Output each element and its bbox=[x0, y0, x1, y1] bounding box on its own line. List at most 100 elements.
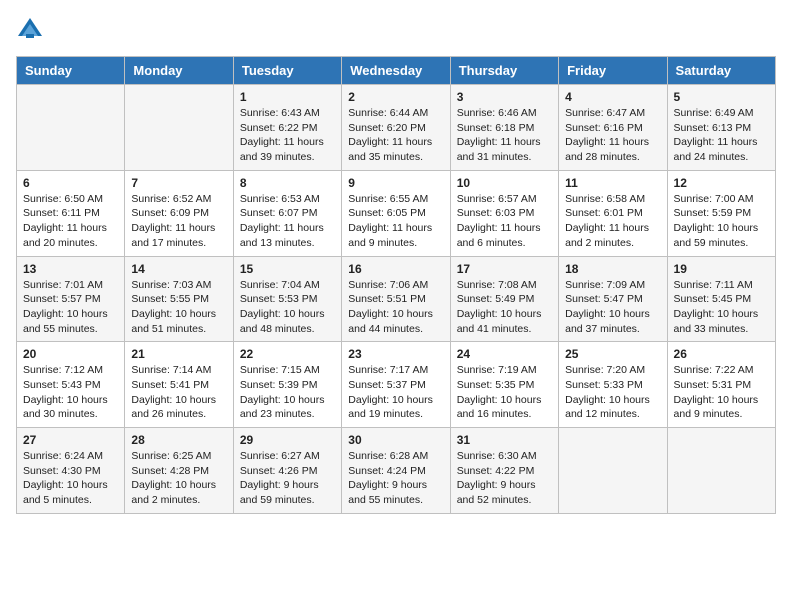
calendar-cell: 2 Sunrise: 6:44 AM Sunset: 6:20 PM Daylig… bbox=[342, 85, 450, 171]
day-number: 23 bbox=[348, 347, 443, 361]
day-content: Sunrise: 6:58 AM Sunset: 6:01 PM Dayligh… bbox=[565, 192, 660, 251]
calendar-cell: 19Sunrise: 7:11 AM Sunset: 5:45 PM Dayli… bbox=[667, 256, 775, 342]
calendar-cell: 26 Sunrise: 7:22 AM Sunset: 5:31 PM Dayli… bbox=[667, 342, 775, 428]
day-content: Sunrise: 6:24 AM Sunset: 4:30 PM Dayligh… bbox=[23, 449, 118, 508]
calendar-cell: 16Sunrise: 7:06 AM Sunset: 5:51 PM Dayli… bbox=[342, 256, 450, 342]
day-number: 22 bbox=[240, 347, 335, 361]
day-number: 7 bbox=[131, 176, 226, 190]
calendar-cell: 30 Sunrise: 6:28 AM Sunset: 4:24 PM Dayli… bbox=[342, 428, 450, 514]
day-number: 5 bbox=[674, 90, 769, 104]
day-content: Sunrise: 6:52 AM Sunset: 6:09 PM Dayligh… bbox=[131, 192, 226, 251]
weekday-header: Friday bbox=[559, 57, 667, 85]
day-number: 24 bbox=[457, 347, 552, 361]
day-number: 18 bbox=[565, 262, 660, 276]
calendar-week-row: 6 Sunrise: 6:50 AM Sunset: 6:11 PM Daylig… bbox=[17, 170, 776, 256]
day-content: Sunrise: 7:14 AM Sunset: 5:41 PM Dayligh… bbox=[131, 363, 226, 422]
day-number: 14 bbox=[131, 262, 226, 276]
day-content: Sunrise: 7:09 AM Sunset: 5:47 PM Dayligh… bbox=[565, 278, 660, 337]
day-number: 12 bbox=[674, 176, 769, 190]
calendar-cell: 10 Sunrise: 6:57 AM Sunset: 6:03 PM Dayli… bbox=[450, 170, 558, 256]
calendar-cell: 18 Sunrise: 7:09 AM Sunset: 5:47 PM Dayli… bbox=[559, 256, 667, 342]
calendar-cell: 9Sunrise: 6:55 AM Sunset: 6:05 PM Daylig… bbox=[342, 170, 450, 256]
day-content: Sunrise: 6:27 AM Sunset: 4:26 PM Dayligh… bbox=[240, 449, 335, 508]
calendar-cell: 6 Sunrise: 6:50 AM Sunset: 6:11 PM Daylig… bbox=[17, 170, 125, 256]
calendar-cell: 14 Sunrise: 7:03 AM Sunset: 5:55 PM Dayli… bbox=[125, 256, 233, 342]
day-number: 11 bbox=[565, 176, 660, 190]
weekday-header: Wednesday bbox=[342, 57, 450, 85]
page-header bbox=[16, 16, 776, 44]
day-content: Sunrise: 6:44 AM Sunset: 6:20 PM Dayligh… bbox=[348, 106, 443, 165]
calendar-week-row: 13 Sunrise: 7:01 AM Sunset: 5:57 PM Dayli… bbox=[17, 256, 776, 342]
calendar-cell: 24 Sunrise: 7:19 AM Sunset: 5:35 PM Dayli… bbox=[450, 342, 558, 428]
weekday-header: Sunday bbox=[17, 57, 125, 85]
day-number: 29 bbox=[240, 433, 335, 447]
calendar-week-row: 27 Sunrise: 6:24 AM Sunset: 4:30 PM Dayli… bbox=[17, 428, 776, 514]
day-content: Sunrise: 6:49 AM Sunset: 6:13 PM Dayligh… bbox=[674, 106, 769, 165]
weekday-header-row: SundayMondayTuesdayWednesdayThursdayFrid… bbox=[17, 57, 776, 85]
calendar-cell: 13 Sunrise: 7:01 AM Sunset: 5:57 PM Dayli… bbox=[17, 256, 125, 342]
logo bbox=[16, 16, 46, 44]
calendar-cell: 22 Sunrise: 7:15 AM Sunset: 5:39 PM Dayli… bbox=[233, 342, 341, 428]
calendar-cell: 31 Sunrise: 6:30 AM Sunset: 4:22 PM Dayli… bbox=[450, 428, 558, 514]
day-content: Sunrise: 7:12 AM Sunset: 5:43 PM Dayligh… bbox=[23, 363, 118, 422]
calendar-cell: 7 Sunrise: 6:52 AM Sunset: 6:09 PM Daylig… bbox=[125, 170, 233, 256]
calendar-cell: 11 Sunrise: 6:58 AM Sunset: 6:01 PM Dayli… bbox=[559, 170, 667, 256]
day-number: 28 bbox=[131, 433, 226, 447]
weekday-header: Saturday bbox=[667, 57, 775, 85]
day-content: Sunrise: 6:28 AM Sunset: 4:24 PM Dayligh… bbox=[348, 449, 443, 508]
day-number: 25 bbox=[565, 347, 660, 361]
calendar-cell: 5 Sunrise: 6:49 AM Sunset: 6:13 PM Daylig… bbox=[667, 85, 775, 171]
day-content: Sunrise: 7:08 AM Sunset: 5:49 PM Dayligh… bbox=[457, 278, 552, 337]
calendar-cell bbox=[125, 85, 233, 171]
calendar-cell: 8 Sunrise: 6:53 AM Sunset: 6:07 PM Daylig… bbox=[233, 170, 341, 256]
day-number: 8 bbox=[240, 176, 335, 190]
day-number: 26 bbox=[674, 347, 769, 361]
day-number: 6 bbox=[23, 176, 118, 190]
day-number: 17 bbox=[457, 262, 552, 276]
day-number: 19 bbox=[674, 262, 769, 276]
day-number: 13 bbox=[23, 262, 118, 276]
calendar-cell bbox=[17, 85, 125, 171]
calendar-cell: 20 Sunrise: 7:12 AM Sunset: 5:43 PM Dayli… bbox=[17, 342, 125, 428]
day-content: Sunrise: 7:22 AM Sunset: 5:31 PM Dayligh… bbox=[674, 363, 769, 422]
day-number: 15 bbox=[240, 262, 335, 276]
day-content: Sunrise: 7:00 AM Sunset: 5:59 PM Dayligh… bbox=[674, 192, 769, 251]
calendar-cell bbox=[667, 428, 775, 514]
calendar-cell: 12 Sunrise: 7:00 AM Sunset: 5:59 PM Dayli… bbox=[667, 170, 775, 256]
day-content: Sunrise: 7:04 AM Sunset: 5:53 PM Dayligh… bbox=[240, 278, 335, 337]
calendar-cell: 21 Sunrise: 7:14 AM Sunset: 5:41 PM Dayli… bbox=[125, 342, 233, 428]
day-content: Sunrise: 7:03 AM Sunset: 5:55 PM Dayligh… bbox=[131, 278, 226, 337]
day-number: 20 bbox=[23, 347, 118, 361]
day-content: Sunrise: 6:50 AM Sunset: 6:11 PM Dayligh… bbox=[23, 192, 118, 251]
day-content: Sunrise: 7:17 AM Sunset: 5:37 PM Dayligh… bbox=[348, 363, 443, 422]
day-content: Sunrise: 6:55 AM Sunset: 6:05 PM Dayligh… bbox=[348, 192, 443, 251]
day-number: 21 bbox=[131, 347, 226, 361]
day-number: 16 bbox=[348, 262, 443, 276]
day-number: 30 bbox=[348, 433, 443, 447]
day-content: Sunrise: 7:01 AM Sunset: 5:57 PM Dayligh… bbox=[23, 278, 118, 337]
day-content: Sunrise: 7:15 AM Sunset: 5:39 PM Dayligh… bbox=[240, 363, 335, 422]
day-number: 27 bbox=[23, 433, 118, 447]
day-content: Sunrise: 6:53 AM Sunset: 6:07 PM Dayligh… bbox=[240, 192, 335, 251]
day-number: 10 bbox=[457, 176, 552, 190]
weekday-header: Thursday bbox=[450, 57, 558, 85]
calendar-cell: 29 Sunrise: 6:27 AM Sunset: 4:26 PM Dayli… bbox=[233, 428, 341, 514]
day-content: Sunrise: 6:30 AM Sunset: 4:22 PM Dayligh… bbox=[457, 449, 552, 508]
day-number: 2 bbox=[348, 90, 443, 104]
calendar-week-row: 20 Sunrise: 7:12 AM Sunset: 5:43 PM Dayli… bbox=[17, 342, 776, 428]
day-number: 31 bbox=[457, 433, 552, 447]
day-content: Sunrise: 6:25 AM Sunset: 4:28 PM Dayligh… bbox=[131, 449, 226, 508]
calendar-cell: 4Sunrise: 6:47 AM Sunset: 6:16 PM Daylig… bbox=[559, 85, 667, 171]
calendar-cell: 28 Sunrise: 6:25 AM Sunset: 4:28 PM Dayli… bbox=[125, 428, 233, 514]
day-content: Sunrise: 6:57 AM Sunset: 6:03 PM Dayligh… bbox=[457, 192, 552, 251]
calendar-week-row: 1Sunrise: 6:43 AM Sunset: 6:22 PM Daylig… bbox=[17, 85, 776, 171]
calendar-cell bbox=[559, 428, 667, 514]
day-content: Sunrise: 7:19 AM Sunset: 5:35 PM Dayligh… bbox=[457, 363, 552, 422]
day-content: Sunrise: 7:20 AM Sunset: 5:33 PM Dayligh… bbox=[565, 363, 660, 422]
logo-icon bbox=[16, 16, 44, 44]
day-number: 3 bbox=[457, 90, 552, 104]
day-content: Sunrise: 6:43 AM Sunset: 6:22 PM Dayligh… bbox=[240, 106, 335, 165]
day-content: Sunrise: 6:47 AM Sunset: 6:16 PM Dayligh… bbox=[565, 106, 660, 165]
calendar-cell: 3 Sunrise: 6:46 AM Sunset: 6:18 PM Daylig… bbox=[450, 85, 558, 171]
day-content: Sunrise: 6:46 AM Sunset: 6:18 PM Dayligh… bbox=[457, 106, 552, 165]
